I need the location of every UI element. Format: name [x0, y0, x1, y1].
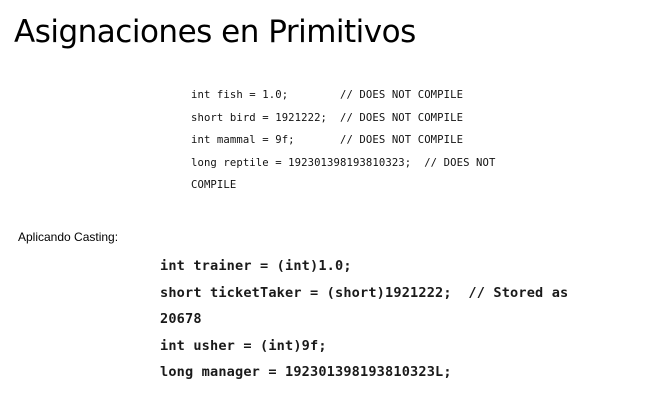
code-line-trainer: int trainer = (int)1.0; [160, 258, 352, 274]
invalid-assignments-code: int fish = 1.0; // DOES NOT COMPILE short… [191, 84, 495, 197]
code-line-usher: int usher = (int)9f; [160, 337, 327, 354]
code-line-manager: long manager = 192301398193810323L; [160, 364, 452, 380]
code-line-reptile-continued: COMPILE [191, 179, 237, 191]
code-line-ticket-taker-continued: 20678 [160, 311, 202, 327]
casting-code: int trainer = (int)1.0; short ticketTaker… [160, 253, 568, 386]
code-line-reptile: long reptile = 192301398193810323; // DO… [191, 156, 496, 169]
code-line-fish: int fish = 1.0; // DOES NOT COMPILE [191, 89, 464, 101]
code-line-bird: short bird = 1921222; // DOES NOT COMPIL… [191, 111, 464, 124]
casting-section-label: Aplicando Casting: [18, 230, 119, 244]
code-line-ticket-taker: short ticketTaker = (short)1921222; // S… [160, 284, 569, 301]
code-line-mammal: int mammal = 9f; // DOES NOT COMPILE [191, 134, 464, 146]
slide-title: Asignaciones en Primitivos [14, 14, 416, 50]
